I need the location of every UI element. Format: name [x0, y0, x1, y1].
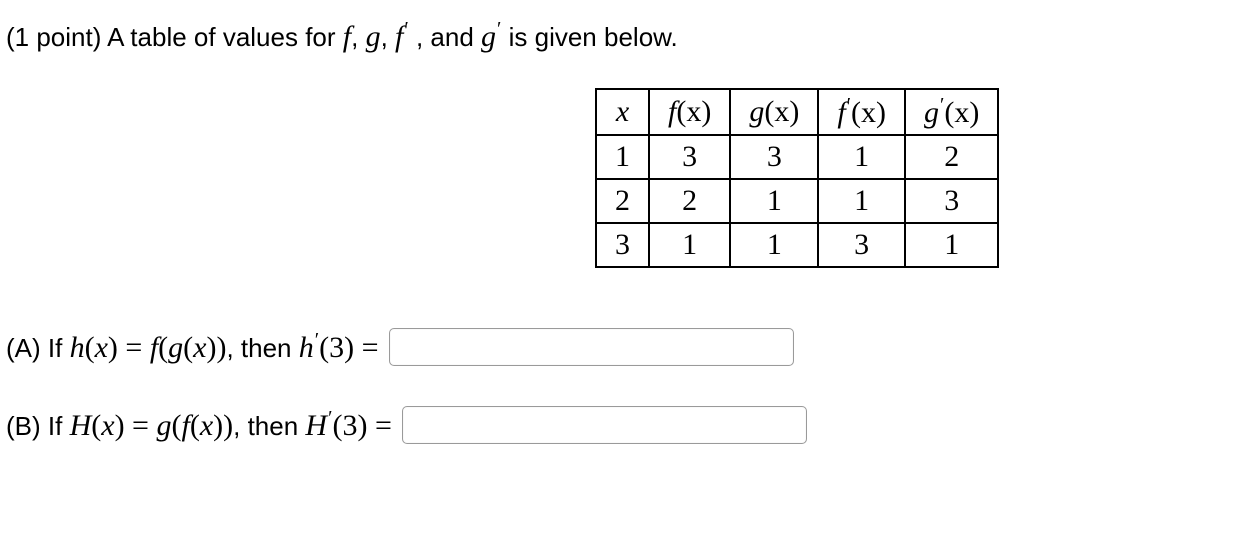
cell-fx: 1 [649, 223, 730, 267]
paren: )) [206, 331, 226, 364]
answer-input-a[interactable] [389, 328, 794, 366]
paren: ( [158, 331, 168, 364]
cell-x: 3 [596, 223, 649, 267]
outro-text: is given below. [501, 22, 677, 52]
sym-g: g [366, 20, 381, 53]
problem-page: (1 point) A table of values for f, g, f′… [0, 0, 1234, 544]
cell-gx: 1 [730, 179, 818, 223]
sym-g-prime-g: g [481, 20, 496, 53]
intro-text: A table of values for [107, 22, 343, 52]
points-label: (1 point) [6, 22, 107, 52]
col-fpx: f′(x) [818, 89, 905, 135]
sym-x: x [95, 331, 108, 364]
qa-a-prefix: (A) If [6, 333, 70, 363]
col-fx-x: (x) [676, 95, 711, 128]
table-row: 1 3 3 1 2 [596, 135, 998, 179]
paren: ( [190, 409, 200, 442]
col-fpx-x: (x) [851, 96, 886, 129]
values-table: x f(x) g(x) f′(x) g′(x) 1 3 3 1 2 2 2 1 … [595, 88, 999, 268]
paren: )) [213, 409, 233, 442]
question-b: (B) If H(x) = g(f(x)), then H′(3) = [0, 406, 1234, 444]
paren: ( [85, 331, 95, 364]
sym-g: g [168, 331, 183, 364]
sym-f: f [150, 331, 158, 364]
sym-x: x [200, 409, 213, 442]
cell-gx: 3 [730, 135, 818, 179]
col-gx-g: g [749, 95, 764, 128]
paren: ( [171, 409, 181, 442]
sym-H-prime: H′ [305, 409, 332, 442]
comma: , [351, 22, 365, 52]
cell-gpx: 1 [905, 223, 998, 267]
col-gpx-g: g [924, 96, 939, 129]
cell-fx: 2 [649, 179, 730, 223]
sym-H: H [70, 409, 92, 442]
cell-fx: 3 [649, 135, 730, 179]
sym-H-prime-H: H [305, 409, 327, 442]
question-a: (A) If h(x) = f(g(x)), then h′(3) = [0, 328, 1234, 366]
equals: ) = [115, 409, 157, 442]
col-gpx: g′(x) [905, 89, 998, 135]
prompt-text: (1 point) A table of values for f, g, f′… [0, 18, 1234, 54]
sym-x: x [101, 409, 114, 442]
sym-f-prime-f: f [395, 20, 403, 53]
equals: ) = [108, 331, 150, 364]
col-fx: f(x) [649, 89, 730, 135]
table-row: 3 1 1 3 1 [596, 223, 998, 267]
then-text: , then [233, 411, 305, 441]
then-text: , then [226, 333, 298, 363]
sym-g: g [156, 409, 171, 442]
col-x: x [596, 89, 649, 135]
paren: ( [91, 409, 101, 442]
cell-x: 1 [596, 135, 649, 179]
col-fpx-f: f [837, 96, 845, 129]
sym-h-prime-h: h [299, 331, 314, 364]
comma: , [381, 22, 395, 52]
table-row: 2 2 1 1 3 [596, 179, 998, 223]
arg-text: (3) = [332, 409, 391, 442]
paren: ( [183, 331, 193, 364]
cell-gpx: 3 [905, 179, 998, 223]
cell-gx: 1 [730, 223, 818, 267]
col-gx: g(x) [730, 89, 818, 135]
question-b-text: (B) If H(x) = g(f(x)), then H′(3) = [6, 407, 392, 443]
sym-f-prime: f′ [395, 20, 409, 53]
qa-b-prefix: (B) If [6, 411, 70, 441]
sym-x: x [193, 331, 206, 364]
sym-h-prime: h′ [299, 331, 319, 364]
cell-fpx: 1 [818, 179, 905, 223]
cell-gpx: 2 [905, 135, 998, 179]
sym-f: f [181, 409, 189, 442]
answer-input-b[interactable] [402, 406, 807, 444]
cell-x: 2 [596, 179, 649, 223]
arg-text: (3) = [319, 331, 378, 364]
comma-and: , and [409, 22, 481, 52]
table-header-row: x f(x) g(x) f′(x) g′(x) [596, 89, 998, 135]
sym-g-prime: g′ [481, 20, 501, 53]
cell-fpx: 1 [818, 135, 905, 179]
sym-h: h [70, 331, 85, 364]
col-gpx-x: (x) [944, 96, 979, 129]
col-gx-x: (x) [764, 95, 799, 128]
question-a-text: (A) If h(x) = f(g(x)), then h′(3) = [6, 329, 379, 365]
cell-fpx: 3 [818, 223, 905, 267]
sym-f: f [343, 20, 351, 53]
col-x-label: x [616, 95, 629, 128]
